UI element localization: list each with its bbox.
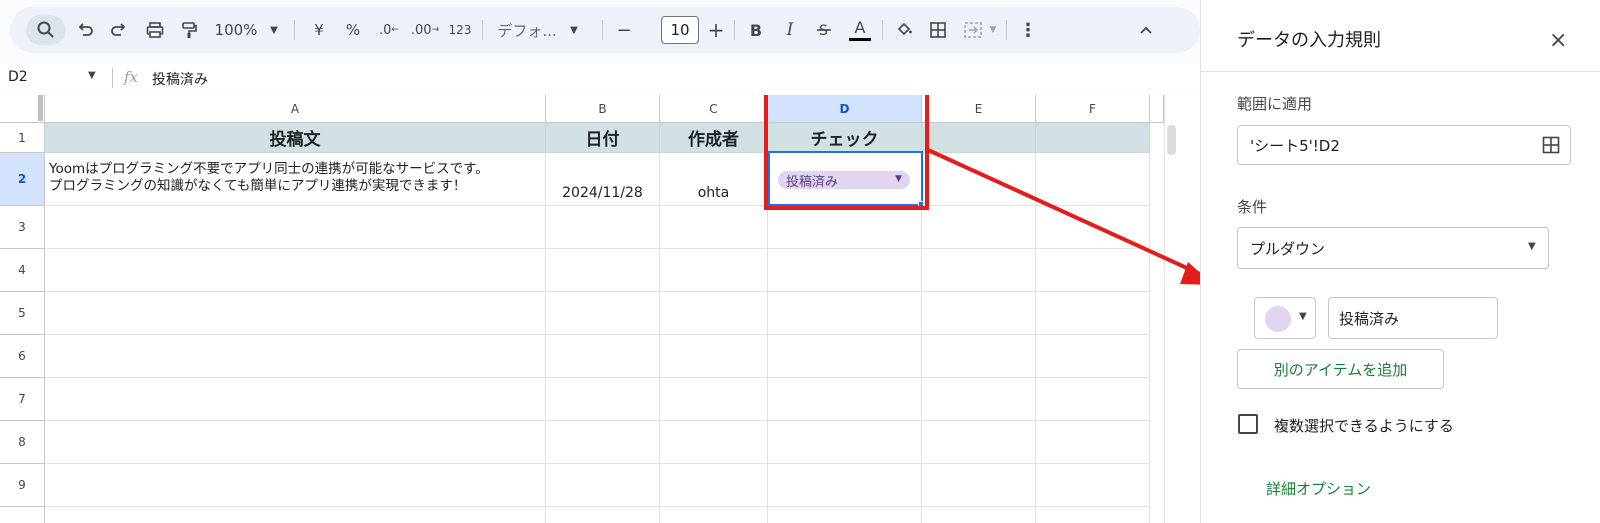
condition-dropdown-icon: ▼ [1528,241,1536,252]
close-icon[interactable]: × [1549,30,1567,52]
condition-label: 条件 [1237,198,1268,216]
color-swatch [1265,306,1291,332]
panel-title: データの入力規則 [1237,30,1381,51]
divider [1201,71,1600,72]
condition-select[interactable]: プルダウン ▼ [1237,227,1549,269]
add-item-button[interactable]: 別のアイテムを追加 [1237,349,1444,389]
color-picker[interactable]: ▼ [1254,297,1316,339]
range-value: 'シート5'!D2 [1250,136,1340,155]
range-input[interactable]: 'シート5'!D2 [1237,125,1571,165]
grid-select-icon[interactable] [1542,136,1560,154]
arrow-shaft [927,148,1201,276]
condition-value: プルダウン [1250,239,1326,258]
item-value: 投稿済み [1339,309,1400,328]
range-label: 範囲に適用 [1237,95,1313,113]
multi-select-checkbox[interactable] [1238,414,1258,434]
add-item-label: 別のアイテムを追加 [1273,360,1408,379]
advanced-options-link[interactable]: 詳細オプション [1266,478,1371,499]
color-dropdown-icon: ▼ [1299,311,1307,322]
item-input[interactable]: 投稿済み [1328,297,1498,339]
multi-select-label: 複数選択できるようにする [1274,417,1454,435]
